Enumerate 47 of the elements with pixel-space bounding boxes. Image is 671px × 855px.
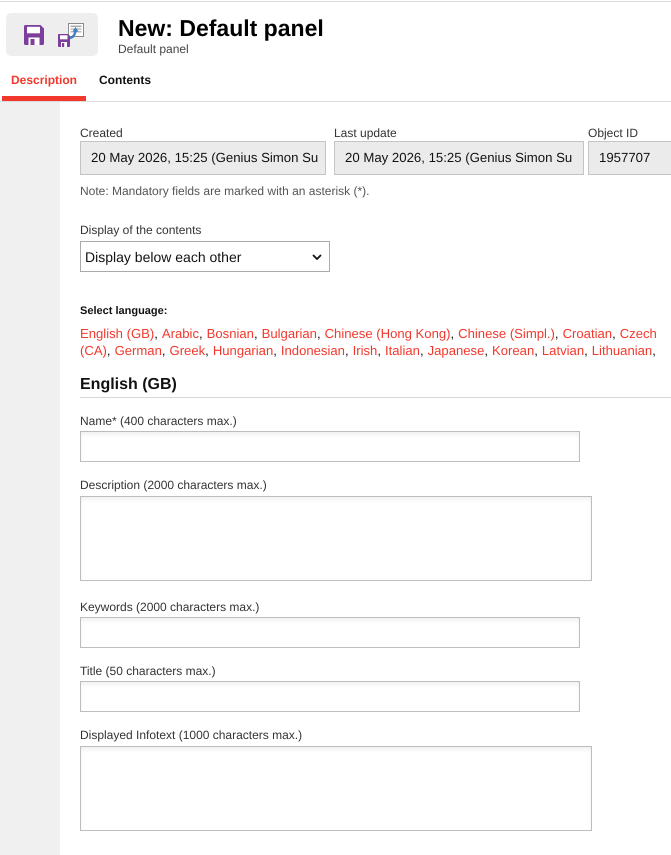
field-label: Created bbox=[80, 126, 124, 141]
chevron-down-icon bbox=[312, 254, 322, 260]
select-language-label: Select language: bbox=[80, 304, 168, 318]
note-text: Note: Mandatory fields are marked with an asterisk (*). bbox=[80, 184, 370, 199]
language-link[interactable]: Croatian bbox=[562, 326, 612, 341]
language-link[interactable]: Bosnian bbox=[206, 326, 254, 341]
language-link[interactable]: Arabic bbox=[162, 326, 199, 341]
language-link[interactable]: English (GB) bbox=[80, 326, 154, 341]
field-label: Last update bbox=[334, 126, 398, 141]
display-select[interactable]: Display below each other bbox=[80, 241, 330, 272]
text-input[interactable] bbox=[80, 681, 580, 712]
language-link[interactable]: Bulgarian bbox=[262, 326, 317, 341]
language-link[interactable]: Czech bbox=[620, 326, 657, 341]
language-link[interactable]: Chinese (Hong Kong) bbox=[324, 326, 450, 341]
field-label: Displayed Infotext (1000 characters max.) bbox=[80, 728, 304, 743]
language-link[interactable]: Italian bbox=[384, 343, 420, 358]
text-area[interactable] bbox=[80, 746, 592, 831]
language-link[interactable]: Indonesian bbox=[280, 343, 345, 358]
section-heading: English (GB) bbox=[80, 375, 671, 398]
field-label: Description (2000 characters max.) bbox=[80, 478, 268, 493]
read-only-field: 20 May 2026, 15:25 (Genius Simon Su bbox=[80, 141, 326, 175]
language-link[interactable]: Japanese bbox=[428, 343, 484, 358]
page-title: New: Default panel bbox=[118, 14, 324, 42]
language-link[interactable]: Hungarian bbox=[212, 343, 274, 358]
language-link[interactable]: Latvian bbox=[542, 343, 584, 358]
language-link[interactable]: Lithuanian bbox=[592, 343, 652, 358]
field-label: Name* (400 characters max.) bbox=[80, 414, 238, 429]
language-link[interactable]: (CA) bbox=[80, 343, 107, 358]
tab[interactable]: Contents bbox=[90, 59, 160, 101]
save-icon[interactable] bbox=[24, 24, 44, 44]
field-label: Title (50 characters max.) bbox=[80, 664, 217, 679]
read-only-field: 1957707 bbox=[588, 141, 671, 175]
field-label: Display of the contents bbox=[80, 223, 202, 238]
language-link[interactable]: Irish bbox=[352, 343, 378, 358]
save-to-document-icon[interactable] bbox=[58, 22, 84, 46]
language-link[interactable]: Korean bbox=[492, 343, 534, 358]
language-list: English (GB), Arabic, Bosnian, Bulgarian, Chinese (Hong Kong), Chinese (Simpl.), Croatian, Czech (CA), German, Greek, Hungarian, Indonesian, Irish, Italian, Japanese, Korean, Latvian, Lithuanian, bbox=[80, 325, 671, 359]
field-label: Keywords (2000 characters max.) bbox=[80, 600, 260, 615]
page-subtitle: Default panel bbox=[118, 42, 190, 56]
read-only-field: 20 May 2026, 15:25 (Genius Simon Su bbox=[334, 141, 584, 175]
language-link[interactable]: German bbox=[114, 343, 162, 358]
language-link[interactable]: Chinese (Simpl.) bbox=[458, 326, 555, 341]
language-link[interactable]: Greek bbox=[170, 343, 206, 358]
text-input[interactable] bbox=[80, 431, 580, 462]
text-area[interactable] bbox=[80, 496, 592, 581]
text-input[interactable] bbox=[80, 617, 580, 648]
field-label: Object ID bbox=[588, 126, 640, 141]
